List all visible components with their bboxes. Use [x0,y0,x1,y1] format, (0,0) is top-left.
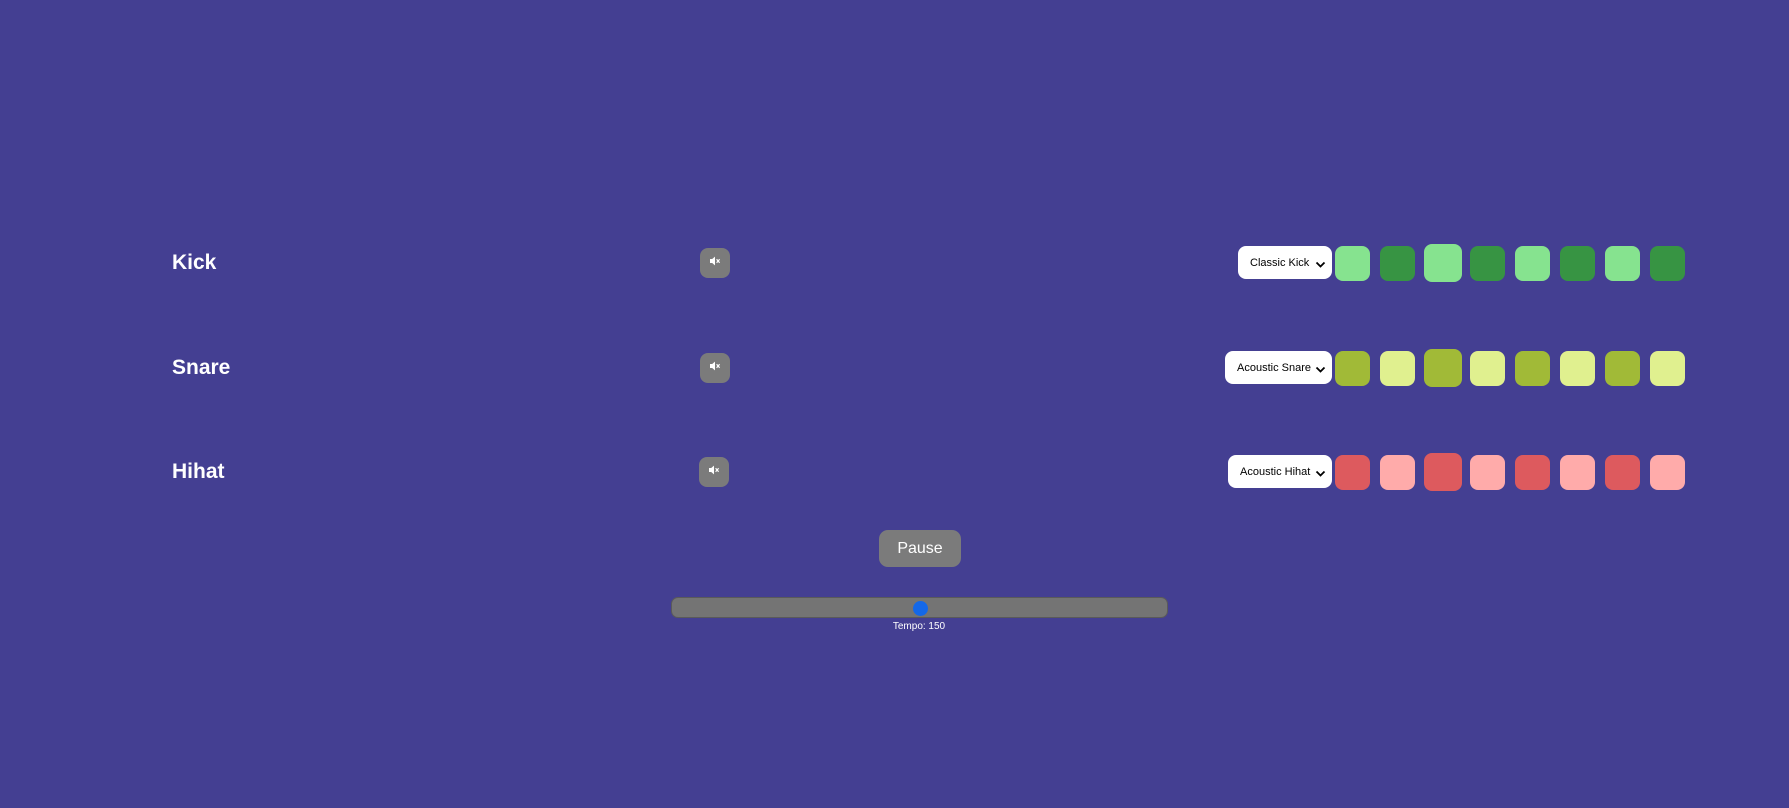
step-button[interactable] [1335,455,1370,490]
step-button[interactable] [1380,246,1415,281]
step-button[interactable] [1424,453,1462,491]
chevron-down-icon [1315,466,1326,477]
speaker-muted-icon [709,359,721,377]
step-button[interactable] [1470,351,1505,386]
step-button[interactable] [1470,455,1505,490]
chevron-down-icon [1315,362,1326,373]
sound-select-value: Acoustic Hihat [1240,465,1311,478]
sound-select[interactable]: Acoustic Hihat [1228,455,1332,488]
pause-button[interactable]: Pause [879,530,961,567]
track-name: Kick [172,251,217,274]
step-button[interactable] [1470,246,1505,281]
sound-select[interactable]: Classic Kick [1238,246,1332,279]
tempo-slider[interactable] [671,597,1168,618]
step-button[interactable] [1605,351,1640,386]
step-button[interactable] [1560,351,1595,386]
step-button[interactable] [1560,455,1595,490]
step-button[interactable] [1650,455,1685,490]
tempo-label: Tempo: 150 [892,621,946,632]
step-button[interactable] [1605,455,1640,490]
speaker-muted-icon [708,463,720,481]
speaker-muted-icon [709,254,721,272]
step-button[interactable] [1380,351,1415,386]
track-name: Hihat [172,460,225,483]
tempo-slider-thumb[interactable] [912,601,928,616]
step-button[interactable] [1335,351,1370,386]
step-button[interactable] [1515,246,1550,281]
track-row-hihat: Hihat Acoustic Hihat [0,452,1789,492]
mute-button[interactable] [699,457,729,487]
sound-select[interactable]: Acoustic Snare [1225,351,1332,384]
step-button[interactable] [1335,246,1370,281]
step-button[interactable] [1424,349,1462,387]
track-name: Snare [172,356,231,379]
track-row-snare: Snare Acoustic Snare [0,348,1789,388]
step-button[interactable] [1515,455,1550,490]
sound-select-value: Classic Kick [1250,256,1310,269]
step-button[interactable] [1515,351,1550,386]
step-button[interactable] [1650,351,1685,386]
drum-sequencer-app: Kick Classic Kick Snare Acoustic Snare H… [0,0,1789,808]
chevron-down-icon [1315,257,1326,268]
mute-button[interactable] [700,353,730,383]
step-button[interactable] [1380,455,1415,490]
step-button[interactable] [1424,244,1462,282]
step-button[interactable] [1560,246,1595,281]
mute-button[interactable] [700,248,730,278]
track-row-kick: Kick Classic Kick [0,243,1789,283]
step-button[interactable] [1650,246,1685,281]
step-button[interactable] [1605,246,1640,281]
sound-select-value: Acoustic Snare [1237,361,1311,374]
